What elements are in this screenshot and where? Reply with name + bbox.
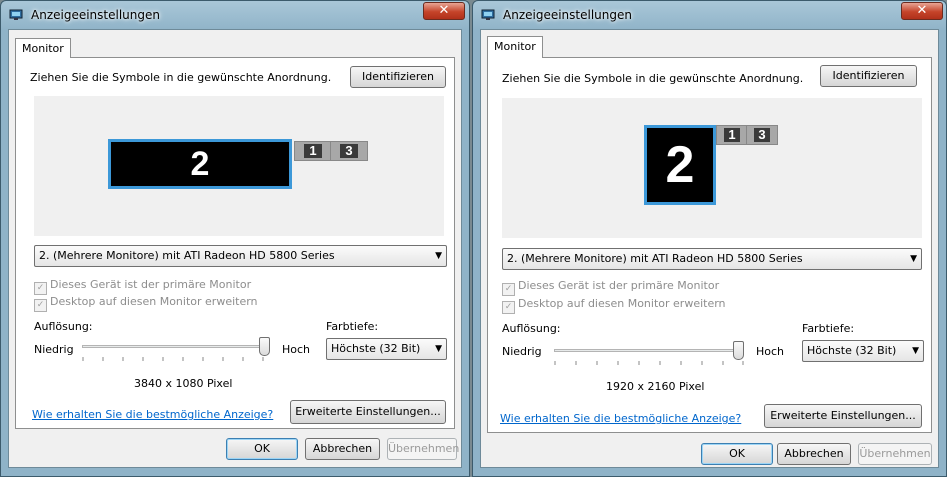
checkmark-icon: ✓ bbox=[502, 283, 515, 296]
dialog-client: Monitor Ziehen Sie die Symbole in die ge… bbox=[480, 29, 939, 468]
checkmark-icon: ✓ bbox=[34, 282, 47, 295]
checkmark-icon: ✓ bbox=[502, 301, 515, 314]
identify-button[interactable]: Identifizieren bbox=[350, 66, 446, 88]
close-icon: ✕ bbox=[438, 3, 450, 18]
tab-monitor[interactable]: Monitor bbox=[15, 38, 71, 58]
monitor-arrangement-area[interactable]: 2 1 3 bbox=[34, 96, 444, 236]
help-link[interactable]: Wie erhalten Sie die bestmögliche Anzeig… bbox=[32, 408, 273, 421]
checkmark-icon: ✓ bbox=[34, 299, 47, 312]
cancel-button[interactable]: Abbrechen bbox=[305, 438, 380, 460]
primary-monitor-label: Dieses Gerät ist der primäre Monitor bbox=[518, 279, 720, 292]
monitor-3-label: 3 bbox=[754, 128, 770, 142]
display-device-value: 2. (Mehrere Monitore) mit ATI Radeon HD … bbox=[507, 252, 803, 265]
tab-monitor[interactable]: Monitor bbox=[487, 36, 543, 58]
primary-monitor-checkbox[interactable]: ✓ Dieses Gerät ist der primäre Monitor bbox=[34, 278, 251, 295]
monitor-2-active[interactable]: 2 bbox=[644, 125, 716, 205]
resolution-slider-ticks bbox=[82, 357, 264, 361]
close-button[interactable]: ✕ bbox=[423, 2, 465, 20]
close-icon: ✕ bbox=[916, 3, 928, 18]
primary-monitor-checkbox[interactable]: ✓ Dieses Gerät ist der primäre Monitor bbox=[502, 279, 719, 296]
resolution-low-label: Niedrig bbox=[502, 345, 542, 358]
display-device-value: 2. (Mehrere Monitore) mit ATI Radeon HD … bbox=[39, 249, 335, 262]
window-title: Anzeigeeinstellungen bbox=[503, 8, 632, 22]
window-title: Anzeigeeinstellungen bbox=[31, 8, 160, 22]
resolution-value: 3840 x 1080 Pixel bbox=[134, 377, 233, 390]
chevron-down-icon: ▼ bbox=[435, 251, 442, 261]
identify-button[interactable]: Identifizieren bbox=[820, 65, 917, 87]
monitor-1-label: 1 bbox=[304, 144, 322, 158]
resolution-slider-thumb[interactable] bbox=[733, 341, 744, 360]
apply-button[interactable]: Übernehmen bbox=[387, 438, 459, 460]
color-depth-select[interactable]: Höchste (32 Bit) ▼ bbox=[802, 340, 924, 362]
apply-button[interactable]: Übernehmen bbox=[858, 443, 932, 465]
arrange-instruction: Ziehen Sie die Symbole in die gewünschte… bbox=[30, 71, 332, 84]
color-depth-label: Farbtiefe: bbox=[326, 320, 379, 333]
ok-button[interactable]: OK bbox=[701, 443, 773, 465]
extend-desktop-label: Desktop auf diesen Monitor erweitern bbox=[50, 295, 258, 308]
title-bar[interactable]: Anzeigeeinstellungen ✕ bbox=[473, 1, 946, 29]
dialog-client: Monitor Ziehen Sie die Symbole in die ge… bbox=[8, 29, 462, 468]
color-depth-label: Farbtiefe: bbox=[802, 322, 855, 335]
ok-button[interactable]: OK bbox=[226, 438, 298, 460]
monitor-1[interactable]: 1 bbox=[294, 141, 332, 161]
monitor-3-label: 3 bbox=[340, 144, 358, 158]
advanced-settings-button[interactable]: Erweiterte Einstellungen... bbox=[290, 400, 446, 424]
monitor-tab-panel: Ziehen Sie die Symbole in die gewünschte… bbox=[15, 57, 455, 429]
resolution-label: Auflösung: bbox=[502, 322, 561, 335]
resolution-slider-ticks bbox=[554, 361, 744, 365]
monitor-tab-panel: Ziehen Sie die Symbole in die gewünschte… bbox=[487, 57, 932, 433]
extend-desktop-checkbox[interactable]: ✓ Desktop auf diesen Monitor erweitern bbox=[34, 295, 258, 312]
monitor-1[interactable]: 1 bbox=[716, 125, 748, 145]
resolution-value: 1920 x 2160 Pixel bbox=[606, 380, 705, 393]
resolution-low-label: Niedrig bbox=[34, 343, 74, 356]
advanced-settings-button[interactable]: Erweiterte Einstellungen... bbox=[764, 404, 922, 428]
display-settings-icon bbox=[481, 9, 495, 20]
resolution-slider-thumb[interactable] bbox=[259, 337, 270, 356]
resolution-label: Auflösung: bbox=[34, 320, 93, 333]
monitor-3[interactable]: 3 bbox=[330, 141, 368, 161]
chevron-down-icon: ▼ bbox=[912, 346, 919, 356]
resolution-slider-track[interactable] bbox=[554, 349, 744, 352]
monitor-2-active[interactable]: 2 bbox=[108, 139, 292, 189]
monitor-1-label: 1 bbox=[724, 128, 740, 142]
arrange-instruction: Ziehen Sie die Symbole in die gewünschte… bbox=[502, 72, 804, 85]
title-bar[interactable]: Anzeigeeinstellungen ✕ bbox=[1, 1, 469, 29]
resolution-high-label: Hoch bbox=[756, 345, 785, 358]
color-depth-value: Höchste (32 Bit) bbox=[807, 344, 897, 357]
display-settings-window-1: Anzeigeeinstellungen ✕ Monitor Ziehen Si… bbox=[0, 0, 470, 477]
monitor-arrangement-area[interactable]: 2 1 3 bbox=[502, 98, 922, 238]
monitor-3[interactable]: 3 bbox=[746, 125, 778, 145]
chevron-down-icon: ▼ bbox=[910, 254, 917, 264]
resolution-slider-track[interactable] bbox=[82, 345, 267, 348]
color-depth-select[interactable]: Höchste (32 Bit) ▼ bbox=[326, 338, 447, 360]
cancel-button[interactable]: Abbrechen bbox=[777, 443, 851, 465]
extend-desktop-label: Desktop auf diesen Monitor erweitern bbox=[518, 297, 726, 310]
close-button[interactable]: ✕ bbox=[901, 2, 943, 20]
resolution-high-label: Hoch bbox=[282, 343, 311, 356]
primary-monitor-label: Dieses Gerät ist der primäre Monitor bbox=[50, 278, 252, 291]
display-settings-window-2: Anzeigeeinstellungen ✕ Monitor Ziehen Si… bbox=[472, 0, 947, 477]
color-depth-value: Höchste (32 Bit) bbox=[331, 342, 421, 355]
display-device-select[interactable]: 2. (Mehrere Monitore) mit ATI Radeon HD … bbox=[502, 248, 922, 270]
extend-desktop-checkbox[interactable]: ✓ Desktop auf diesen Monitor erweitern bbox=[502, 297, 726, 314]
display-settings-icon bbox=[9, 9, 23, 20]
chevron-down-icon: ▼ bbox=[435, 344, 442, 354]
display-device-select[interactable]: 2. (Mehrere Monitore) mit ATI Radeon HD … bbox=[34, 245, 447, 267]
help-link[interactable]: Wie erhalten Sie die bestmögliche Anzeig… bbox=[500, 412, 741, 425]
